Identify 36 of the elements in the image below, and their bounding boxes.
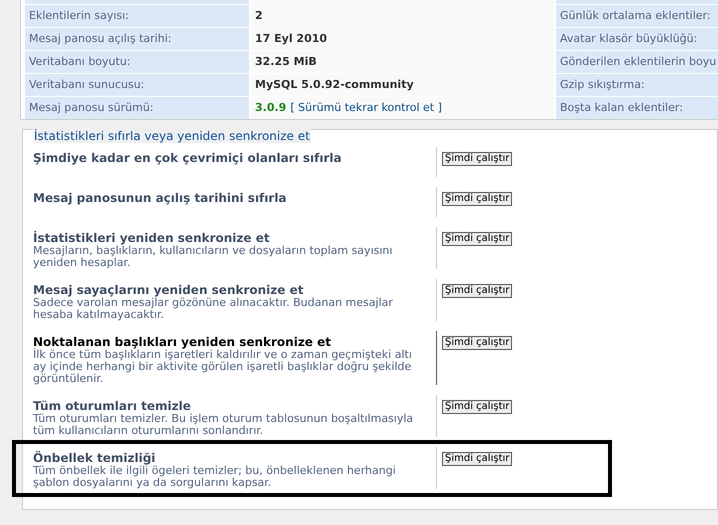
stat-label: Avatar klasör büyüklüğü: [556,28,718,50]
run-now-button[interactable]: Şimdi çalıştır [442,336,512,350]
action-title: Mesaj sayaçlarını yeniden senkronize et [33,283,304,297]
action-title: İstatistikleri yeniden senkronize et [33,231,271,245]
action-description: Mesajların, başlıkların, kullanıcıların ve dosyaların toplam sayısını yeniden hesaplar. [33,245,394,269]
stat-value-text: 32.25 MiB [255,54,317,70]
stat-value-text: 2 [255,8,263,24]
run-now-button[interactable]: Şimdi çalıştır [442,284,512,298]
stat-label: Veritabanı boyutu: [25,51,249,73]
stat-label: Boşta kalan eklentiler: [556,97,718,119]
run-now-button[interactable]: Şimdi çalıştır [442,400,512,414]
action-title: Noktalanan başlıkları yeniden senkronize et [33,335,332,349]
version-number: 3.0.9 [255,100,286,116]
stat-label: Gzip sıkıştırma: [556,74,718,96]
action-description: Tüm önbellek ile ilgili ögeleri temizler; bu, önbelleklenen herhangi şablon dosyalarını ya da sorgularını kapsar. [33,465,397,489]
action-description: Tüm oturumları temizler. Bu işlem oturum tablosunun boşaltılmasıyla tüm kullanıcıların oturumlarını sonlandırır. [33,413,414,437]
stat-label: Veritabanı sunucusu: [25,74,249,96]
stat-value-text: MySQL 5.0.92-community [255,76,414,93]
stat-label: Eklentilerin sayısı: [25,5,249,27]
stat-value-text: 17 Eyl 2010 [255,30,328,47]
stat-label: Günlük ortalama eklentiler: [556,5,718,27]
action-title: Önbellek temizliği [33,451,156,465]
stat-label: Gönderilen eklentilerin boyu [556,51,718,73]
run-now-button[interactable]: Şimdi çalıştır [442,452,512,466]
action-title: Tüm oturumları temizle [33,399,192,413]
section-legend: İstatistikleri sıfırla veya yeniden senkronize et [33,129,311,143]
run-now-button[interactable]: Şimdi çalıştır [442,152,512,166]
check-version-link[interactable]: [ Sürümü tekrar kontrol et ] [290,100,442,116]
run-now-button[interactable]: Şimdi çalıştır [442,192,512,206]
action-title: Mesaj panosunun açılış tarihini sıfırla [33,191,288,205]
stat-label: Mesaj panosu açılış tarihi: [25,28,249,50]
action-description: İlk önce tüm başlıkların işaretleri kaldırılır ve o zaman geçmişteki altı ay içinde herhangi bir aktivite görülen işaretli başlıklar doğru şekilde görüntülenir. [33,349,413,385]
stat-label: Mesaj panosu sürümü: [25,97,249,119]
run-now-button[interactable]: Şimdi çalıştır [442,232,512,246]
action-title: Şimdiye kadar en çok çevrimiçi olanları sıfırla [33,151,343,165]
action-description: Sadece varolan mesajlar gözönüne alınacaktır. Budanan mesajlar hesaba katılmayacaktır. [33,297,394,321]
